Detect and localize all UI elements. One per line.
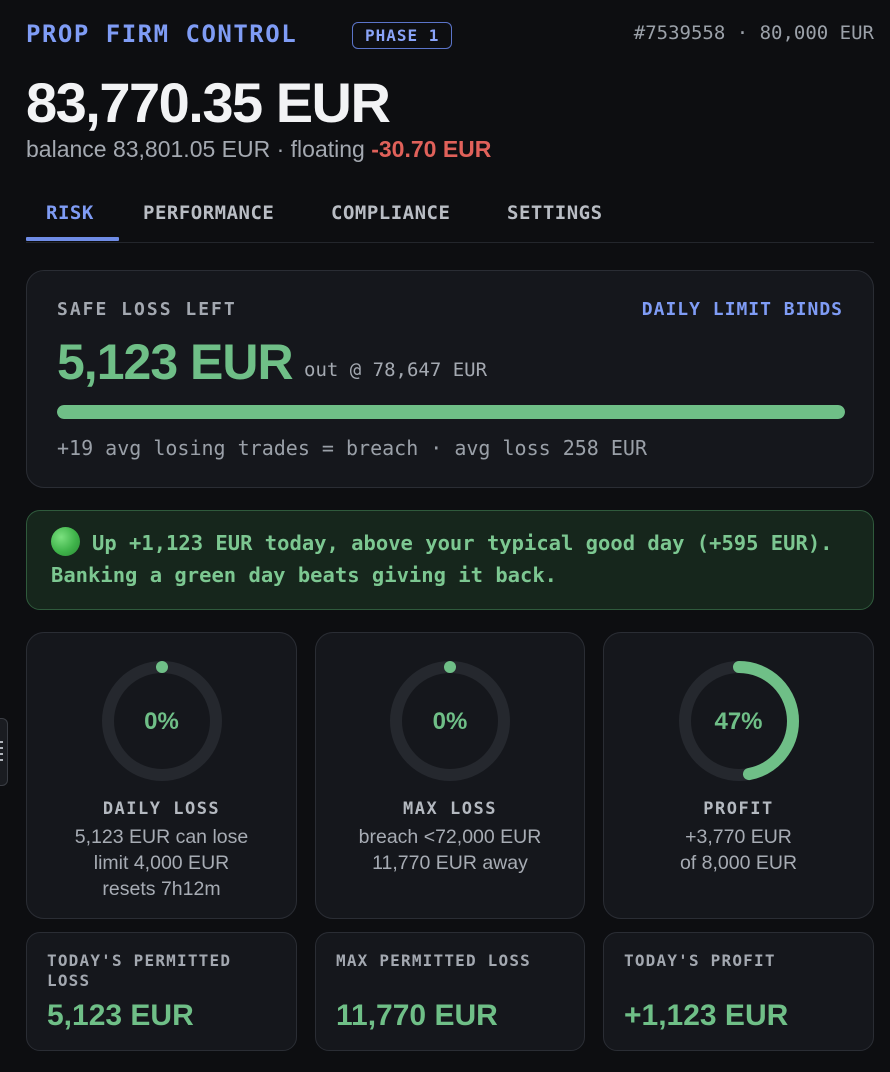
app-title: PROP FIRM CONTROL: [26, 20, 298, 48]
stat-label: TODAY'S PERMITTED LOSS: [47, 951, 232, 990]
max-loss-distance: 11,770 EUR away: [372, 852, 528, 874]
max-permitted-loss-card: MAX PERMITTED LOSS 11,770 EUR: [315, 932, 585, 1051]
balance-text: balance 83,801.05 EUR · floating: [26, 136, 372, 162]
tab-risk[interactable]: RISK: [46, 202, 94, 242]
max-loss-breach-level: breach <72,000 EUR: [358, 826, 542, 848]
tab-bar: RISK PERFORMANCE COMPLIANCE SETTINGS: [26, 190, 874, 243]
stat-value: +1,123 EUR: [624, 999, 789, 1032]
safe-loss-progress-fill: [57, 405, 845, 419]
tab-performance[interactable]: PERFORMANCE: [143, 202, 274, 242]
daily-loss-limit: limit 4,000 EUR: [93, 852, 230, 874]
stat-value: 5,123 EUR: [47, 999, 194, 1032]
max-loss-title: MAX LOSS: [403, 799, 497, 819]
binding-limit-status: DAILY LIMIT BINDS: [641, 299, 843, 320]
equity-value: 83,770.35 EUR: [26, 71, 391, 134]
profit-amount: +3,770 EUR: [685, 826, 792, 848]
gauge-start-dot: [155, 661, 168, 673]
profit-card: 47% PROFIT +3,770 EUR of 8,000 EUR: [603, 632, 874, 919]
todays-permitted-loss-card: TODAY'S PERMITTED LOSS 5,123 EUR: [26, 932, 297, 1051]
max-loss-percent: 0%: [432, 708, 468, 735]
profit-title: PROFIT: [703, 799, 774, 819]
safe-loss-card: SAFE LOSS LEFT DAILY LIMIT BINDS 5,123 E…: [26, 270, 874, 488]
phase-badge: PHASE 1: [352, 22, 453, 49]
safe-loss-progress-bar: [57, 405, 845, 419]
stat-value: 11,770 EUR: [336, 999, 498, 1032]
header: PROP FIRM CONTROL PHASE 1 #7539558 · 80,…: [26, 18, 874, 52]
active-tab-indicator: [26, 237, 119, 241]
todays-profit-card: TODAY'S PROFIT +1,123 EUR: [603, 932, 874, 1051]
balance-line: balance 83,801.05 EUR · floating -30.70 …: [26, 136, 491, 163]
breach-level: out @ 78,647 EUR: [304, 359, 488, 381]
green-circle-icon: [51, 527, 80, 556]
alert-text: Up +1,123 EUR today, above your typical …: [51, 531, 833, 587]
gauge-start-dot: [444, 661, 456, 673]
safe-loss-label: SAFE LOSS LEFT: [57, 299, 237, 320]
floating-pnl: -30.70 EUR: [371, 136, 492, 162]
risk-dashboard: PROP FIRM CONTROL PHASE 1 #7539558 · 80,…: [0, 0, 890, 1072]
daily-loss-title: DAILY LOSS: [102, 799, 221, 819]
daily-loss-percent: 0%: [144, 708, 179, 735]
account-id-and-size: #7539558 · 80,000 EUR: [633, 22, 874, 44]
profit-percent: 47%: [714, 708, 763, 735]
safe-loss-amount: 5,123 EUR: [57, 334, 294, 390]
stat-label: MAX PERMITTED LOSS: [336, 951, 531, 970]
daily-profit-alert: Up +1,123 EUR today, above your typical …: [26, 510, 874, 610]
daily-loss-reset: resets 7h12m: [102, 878, 221, 900]
safe-loss-note: +19 avg losing trades = breach · avg los…: [57, 436, 648, 460]
daily-loss-detail: 5,123 EUR can lose: [74, 826, 249, 848]
stat-label: TODAY'S PROFIT: [624, 951, 776, 970]
profit-target: of 8,000 EUR: [679, 852, 798, 874]
daily-loss-card: 0% DAILY LOSS 5,123 EUR can lose limit 4…: [26, 632, 297, 919]
tab-settings[interactable]: SETTINGS: [507, 202, 603, 242]
tab-compliance[interactable]: COMPLIANCE: [331, 202, 450, 242]
side-drag-handle[interactable]: [0, 718, 8, 786]
max-loss-card: 0% MAX LOSS breach <72,000 EUR 11,770 EU…: [315, 632, 585, 919]
